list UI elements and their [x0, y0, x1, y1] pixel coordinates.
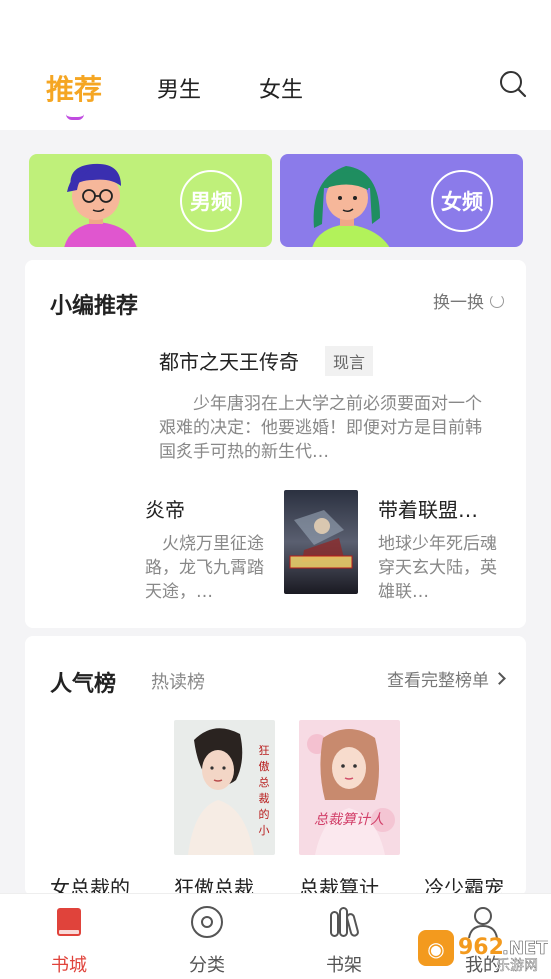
nav-category[interactable]: 分类 — [167, 904, 247, 977]
female-channel-badge: 女频 — [431, 170, 493, 232]
featured-book-desc: 少年唐羽在上大学之前必须要面对一个艰难的决定：他要逃婚！即便对方是目前韩国炙手可… — [159, 394, 482, 462]
male-channel-banner[interactable]: 男频 — [29, 154, 272, 247]
svg-text:乐游网: 乐游网 — [496, 958, 538, 974]
disc-icon — [191, 906, 223, 938]
book-desc: 地球少年死后魂穿天玄大陆，英雄联… — [378, 534, 497, 602]
book-cover[interactable] — [284, 490, 358, 594]
view-full-ranking-label: 查看完整榜单 — [387, 671, 489, 691]
search-icon[interactable] — [499, 70, 527, 98]
svg-text:小: 小 — [259, 824, 270, 837]
view-full-ranking-link[interactable]: 查看完整榜单 — [387, 666, 506, 691]
tab-indicator — [66, 114, 84, 120]
cover-image — [284, 490, 358, 594]
nav-bookstore[interactable]: 书城 — [29, 904, 109, 977]
svg-text:962: 962 — [458, 935, 504, 960]
boy-illustration — [64, 163, 137, 247]
cover-image: 狂 傲 总 裁 的 小 — [174, 720, 275, 855]
refresh-icon — [490, 293, 504, 308]
svg-text:的: 的 — [259, 807, 270, 821]
chevron-right-icon — [493, 672, 506, 685]
nav-label: 书城 — [51, 955, 87, 976]
bookshelf-icon — [330, 907, 359, 937]
section-title: 人气榜 — [50, 672, 117, 697]
female-channel-banner[interactable]: 女频 — [280, 154, 523, 247]
book-cover[interactable]: 狂 傲 总 裁 的 小 — [174, 720, 275, 855]
genre-tag: 现言 — [325, 346, 374, 376]
cover-image: 总裁算计人 — [299, 720, 400, 855]
tab-recommend[interactable]: 推荐 — [46, 68, 102, 108]
svg-text:◉: ◉ — [427, 937, 444, 961]
svg-text:.NET: .NET — [502, 938, 548, 959]
editor-recommend-card: 小编推荐 换一换 都市之天王传奇 现言 少年唐羽在上大学之前必须要面对一个艰难的… — [25, 260, 526, 628]
nav-label: 分类 — [189, 955, 225, 976]
girl-illustration — [312, 166, 390, 247]
section-title: 小编推荐 — [50, 294, 139, 319]
refresh-button[interactable]: 换一换 — [433, 288, 504, 313]
nav-label: 书架 — [326, 955, 362, 976]
book-title[interactable]: 炎帝 — [145, 494, 185, 523]
svg-text:总裁算计人: 总裁算计人 — [314, 812, 384, 828]
male-channel-badge: 男频 — [180, 170, 242, 232]
popular-ranking-card: 人气榜 热读榜 查看完整榜单 狂 傲 总 裁 的 小 总裁算计人 女总裁的 狂傲… — [25, 636, 526, 896]
top-header: 推荐 男生 女生 — [0, 0, 551, 130]
svg-text:傲: 傲 — [259, 759, 270, 773]
book-title[interactable]: 带着联盟… — [378, 494, 478, 523]
svg-text:总: 总 — [259, 775, 270, 789]
ranking-subtab[interactable]: 热读榜 — [151, 668, 205, 694]
featured-book-title[interactable]: 都市之天王传奇 — [159, 346, 299, 375]
site-watermark-logo: ◉ 962 .NET 乐游网 — [418, 928, 549, 974]
book-icon — [57, 908, 81, 936]
nav-bookshelf[interactable]: 书架 — [304, 904, 384, 977]
svg-text:裁: 裁 — [259, 792, 270, 805]
watermark-image: ◉ 962 .NET 乐游网 — [418, 930, 549, 974]
book-desc: 火烧万里征途路，龙飞九霄踏天途，… — [145, 534, 264, 602]
tab-female[interactable]: 女生 — [259, 72, 303, 104]
book-cover[interactable]: 总裁算计人 — [299, 720, 400, 855]
svg-text:狂: 狂 — [259, 744, 270, 757]
refresh-label: 换一换 — [433, 293, 484, 313]
tab-male[interactable]: 男生 — [157, 72, 201, 104]
